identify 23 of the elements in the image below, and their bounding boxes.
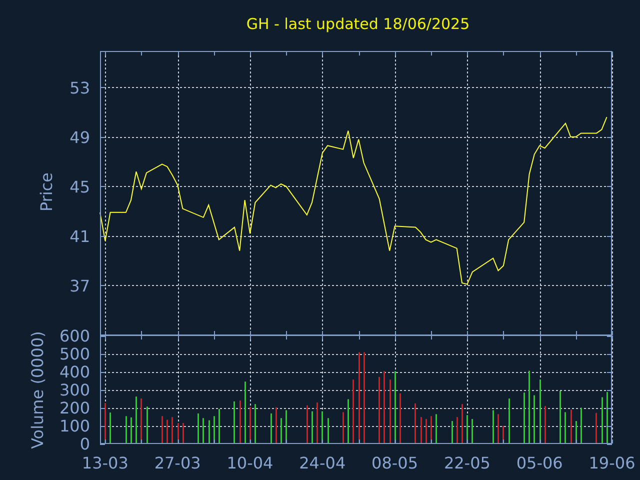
y-tick-label: 300 [59, 380, 90, 400]
y-tick-label: 49 [70, 128, 90, 147]
y-tick-label: 0 [80, 434, 90, 454]
y-axis-title: Volume (0000) [28, 331, 47, 449]
y-tick-label: 600 [59, 326, 90, 346]
y-tick-label: 41 [70, 226, 90, 246]
y-tick-label: 45 [70, 177, 90, 196]
y-tick-label: 400 [59, 362, 90, 382]
x-tick-label: 10-04 [226, 454, 274, 472]
x-tick-label: 24-04 [299, 454, 346, 472]
y-tick-label: 200 [59, 398, 90, 418]
y-tick-label: 53 [70, 78, 90, 98]
x-tick-label: 19-06 [588, 454, 636, 472]
y-tick-label: 500 [59, 344, 90, 364]
x-tick-label: 22-05 [444, 454, 490, 472]
x-tick-label: 13-03 [82, 454, 128, 472]
y-axis-title: Price [37, 172, 56, 212]
y-tick-label: 37 [70, 276, 90, 296]
y-tick-label: 100 [59, 416, 90, 436]
x-tick-label: 08-05 [372, 454, 418, 472]
x-tick-label: 05-06 [516, 454, 563, 472]
x-tick-label: 27-03 [154, 454, 201, 472]
chart-title: GH - last updated 18/06/2025 [246, 15, 470, 33]
